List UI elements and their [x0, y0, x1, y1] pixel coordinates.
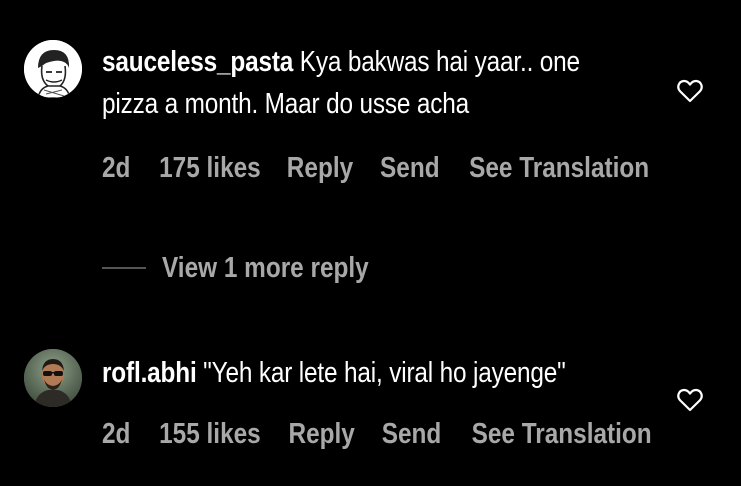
send-button[interactable]: Send	[382, 416, 442, 452]
avatar[interactable]	[24, 349, 82, 407]
comment-body: rofl.abhi "Yeh kar lete hai, viral ho ja…	[102, 352, 566, 394]
photo-avatar-icon	[24, 349, 82, 407]
likes-count[interactable]: 155 likes	[159, 416, 261, 452]
send-button[interactable]: Send	[380, 150, 440, 186]
divider-line	[102, 267, 146, 269]
timestamp: 2d	[102, 418, 131, 450]
comment-text: "Yeh kar lete hai, viral ho jayenge"	[196, 357, 566, 389]
comment-body: sauceless_pasta Kya bakwas hai yaar.. on…	[102, 41, 580, 125]
timestamp: 2d	[102, 152, 131, 184]
comment-text-continued: pizza a month. Maar do usse acha	[102, 88, 470, 120]
username[interactable]: sauceless_pasta	[102, 46, 293, 78]
view-more-replies-label[interactable]: View 1 more reply	[162, 250, 369, 286]
reply-button[interactable]: Reply	[287, 150, 353, 186]
like-button[interactable]	[677, 79, 703, 103]
cartoon-avatar-icon	[24, 40, 82, 98]
see-translation-button[interactable]: See Translation	[469, 150, 649, 186]
username[interactable]: rofl.abhi	[102, 357, 197, 389]
like-button[interactable]	[677, 388, 703, 412]
see-translation-button[interactable]: See Translation	[472, 416, 652, 452]
avatar[interactable]	[24, 40, 82, 98]
heart-outline-icon	[677, 79, 703, 103]
likes-count[interactable]: 175 likes	[159, 150, 261, 186]
reply-button[interactable]: Reply	[288, 416, 354, 452]
heart-outline-icon	[677, 388, 703, 412]
comment-text: Kya bakwas hai yaar.. one	[293, 46, 580, 78]
